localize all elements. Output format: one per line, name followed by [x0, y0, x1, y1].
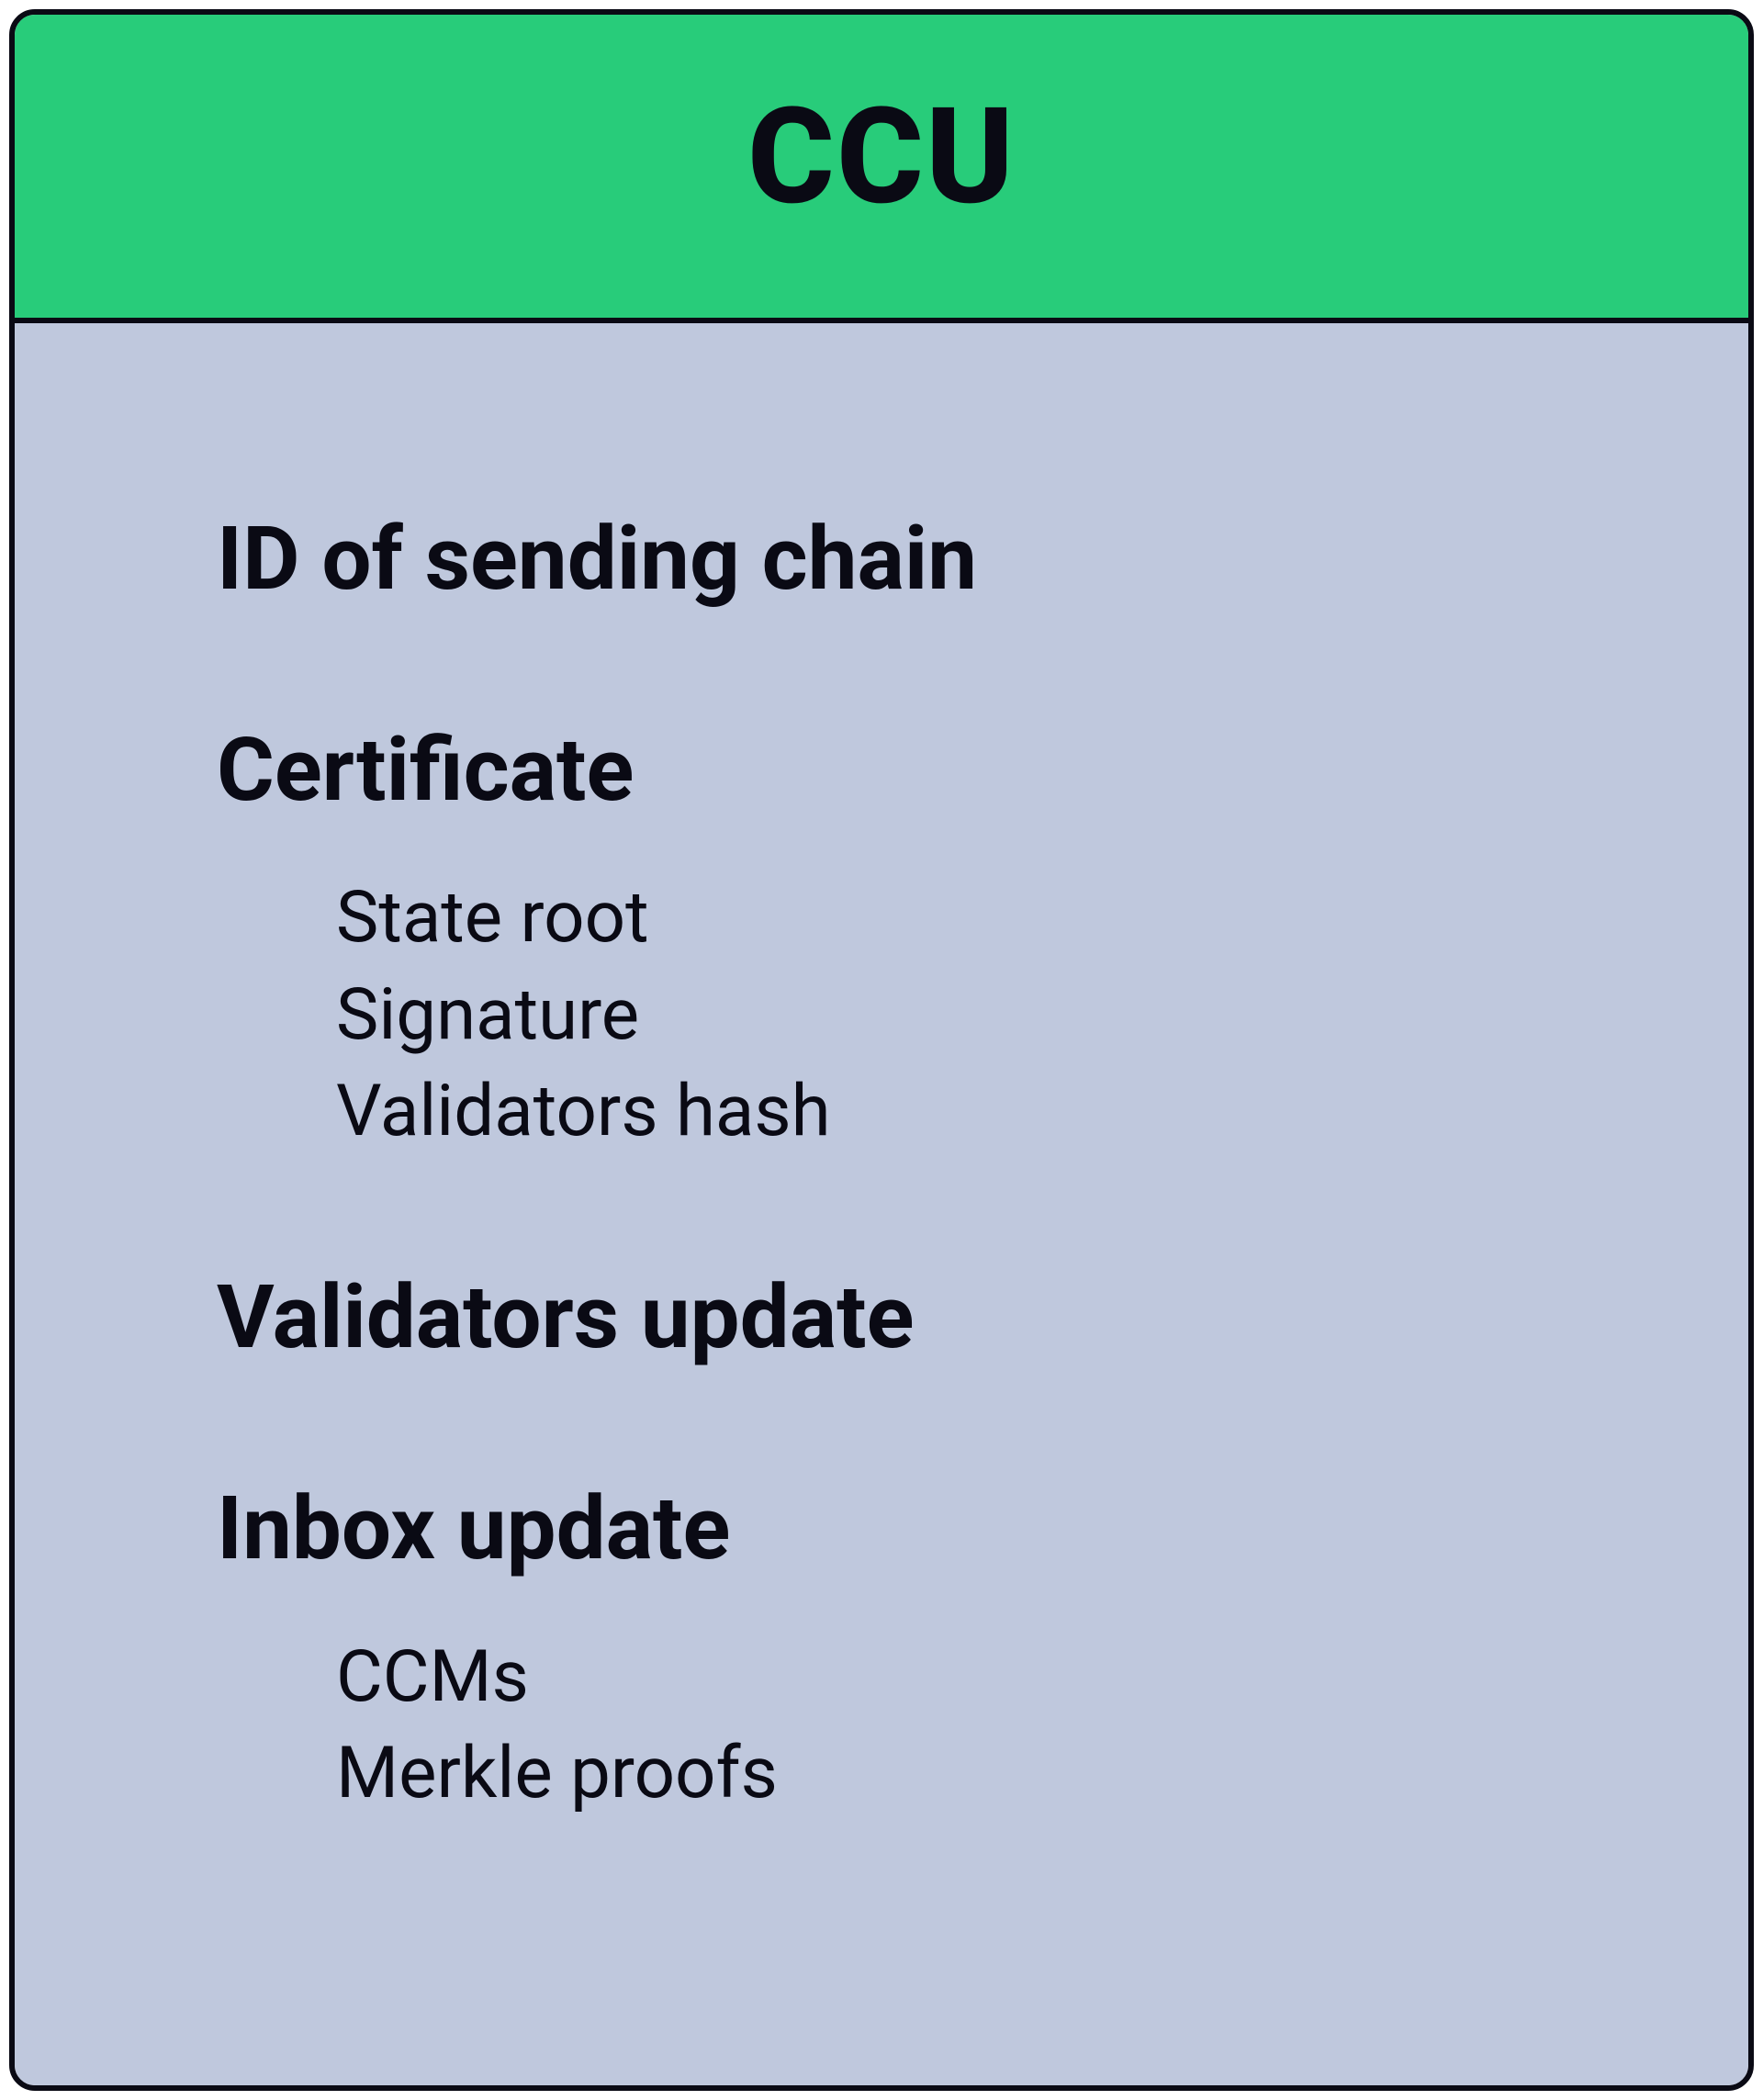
section-title: Inbox update — [217, 1477, 1583, 1582]
card-header: CCU — [15, 15, 1748, 323]
section-item: Validators hash — [336, 1063, 1583, 1160]
section-title: Certificate — [217, 718, 1583, 824]
section-items: CCMs Merkle proofs — [217, 1629, 1583, 1823]
section-item: State root — [336, 870, 1583, 966]
section-items: State root Signature Validators hash — [217, 870, 1583, 1160]
section-item: CCMs — [336, 1629, 1583, 1725]
card-body: ID of sending chain Certificate State ro… — [15, 323, 1748, 2085]
section-item: Merkle proofs — [336, 1725, 1583, 1822]
section-item: Signature — [336, 967, 1583, 1063]
section-certificate: Certificate State root Signature Validat… — [217, 718, 1583, 1160]
section-id-sending-chain: ID of sending chain — [217, 507, 1583, 612]
card-title: CCU — [15, 79, 1748, 235]
section-inbox-update: Inbox update CCMs Merkle proofs — [217, 1477, 1583, 1822]
section-validators-update: Validators update — [217, 1265, 1583, 1371]
section-title: ID of sending chain — [217, 507, 1583, 612]
section-title: Validators update — [217, 1265, 1583, 1371]
ccu-card: CCU ID of sending chain Certificate Stat… — [9, 9, 1754, 2091]
